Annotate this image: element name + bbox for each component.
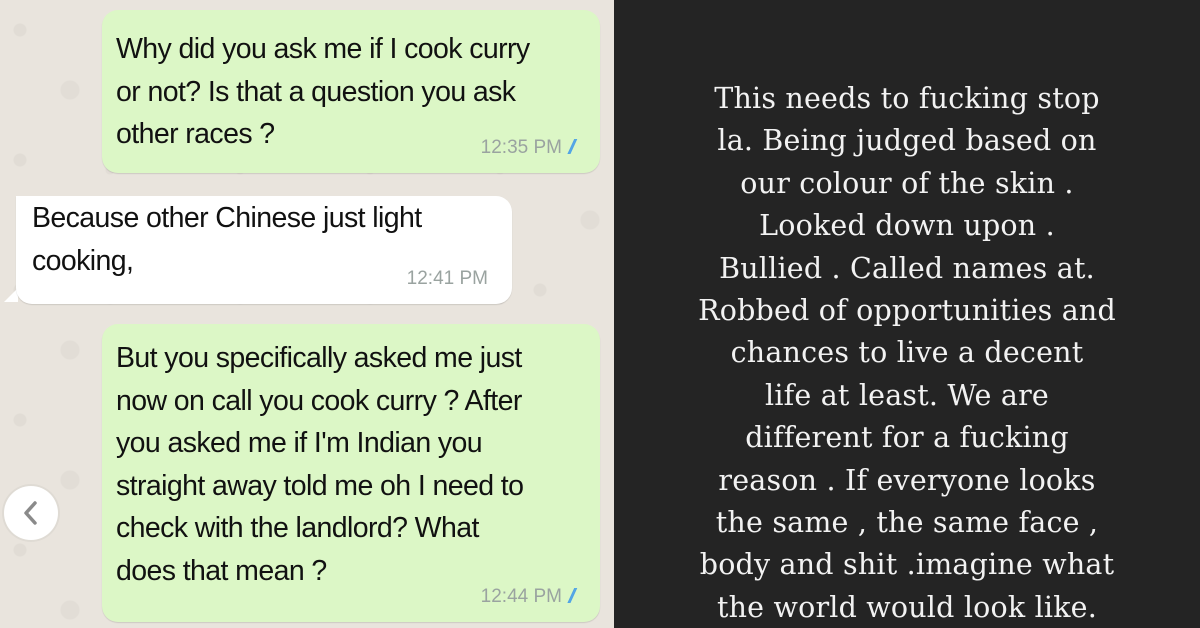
chat-screenshot: Why did you ask me if I cook curry or no… [0,0,614,628]
incoming-message-bubble[interactable]: Because other Chinese just light cooking… [16,196,512,304]
outgoing-message-bubble[interactable]: Why did you ask me if I cook curry or no… [102,10,600,173]
message-meta: 12:41 PM [407,268,488,290]
message-text: But you specifically asked me just now o… [116,342,524,587]
story-text-panel: This needs to fucking stop la. Being jud… [614,0,1200,628]
previous-slide-button[interactable] [4,486,58,540]
message-time: 12:35 PM [480,137,562,158]
composite-image: Why did you ask me if I cook curry or no… [0,0,1200,628]
story-text: This needs to fucking stop la. Being jud… [698,82,1116,624]
chevron-left-icon [21,500,41,526]
message-meta: 12:35 PM // [480,137,577,159]
message-time: 12:41 PM [406,268,488,289]
read-receipt-icon: // [570,137,577,159]
read-receipt-icon: // [570,586,577,608]
outgoing-message-bubble[interactable]: But you specifically asked me just now o… [102,324,600,622]
message-meta: 12:44 PM // [480,586,577,608]
message-time: 12:44 PM [480,586,562,607]
